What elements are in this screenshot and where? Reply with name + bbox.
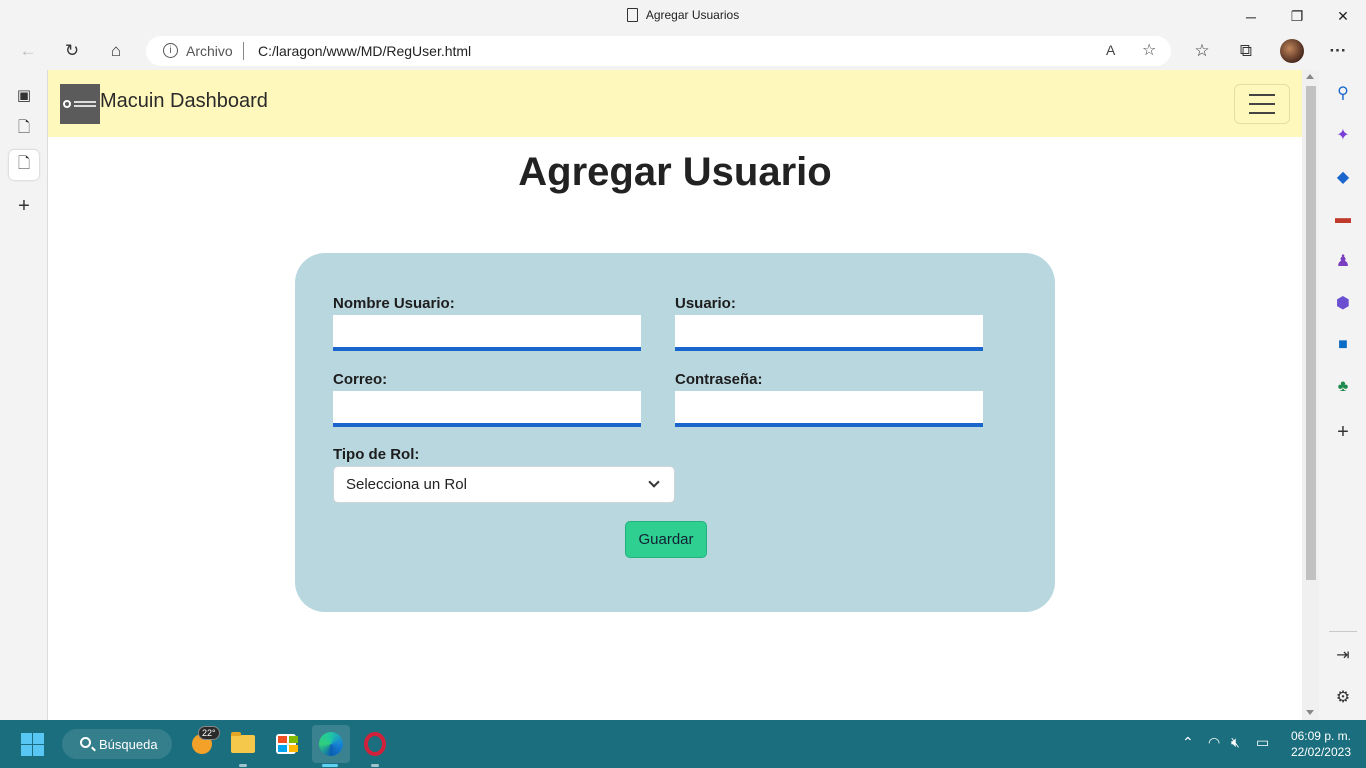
correo-input[interactable] xyxy=(333,391,641,427)
shopping-tag-icon[interactable]: ◆ xyxy=(1331,165,1355,189)
navbar: Macuin Dashboard xyxy=(48,70,1302,137)
windows-start-icon[interactable] xyxy=(21,733,44,756)
opera-running-indicator xyxy=(371,764,379,767)
tipo-rol-selected: Selecciona un Rol xyxy=(346,476,467,493)
copilot-icon[interactable]: ✦ xyxy=(1331,123,1355,147)
nombre-usuario-input[interactable] xyxy=(333,315,641,351)
page-title: Agregar Usuario xyxy=(518,150,832,194)
close-window-button[interactable]: ✕ xyxy=(1320,0,1366,33)
new-tab-icon[interactable]: + xyxy=(9,191,39,221)
collections-button[interactable]: ⧉ xyxy=(1231,37,1261,65)
microsoft-store-icon[interactable] xyxy=(271,729,301,759)
brand-logo-icon[interactable] xyxy=(60,84,100,124)
favorites-button[interactable]: ☆ xyxy=(1187,37,1217,65)
tree-icon[interactable]: ♣ xyxy=(1331,375,1355,399)
title-bar: Agregar Usuarios ─ ❐ ✕ xyxy=(0,0,1366,33)
nombre-usuario-label: Nombre Usuario: xyxy=(333,295,455,312)
document-icon xyxy=(626,8,638,22)
scroll-down-icon[interactable] xyxy=(1306,710,1314,715)
taskbar-search-label: Búsqueda xyxy=(99,737,158,752)
sidebar-divider xyxy=(1329,631,1357,632)
vertical-tabs-bar: ▣ 🗋 🗋 + xyxy=(0,70,48,720)
opera-browser-icon[interactable] xyxy=(360,729,390,759)
contrasena-label: Contraseña: xyxy=(675,371,763,388)
games-icon[interactable]: ♟ xyxy=(1331,249,1355,273)
clock-time: 06:09 p. m. xyxy=(1290,729,1351,743)
protocol-label: Archivo xyxy=(186,43,233,59)
tab-active-page-icon[interactable]: 🗋 xyxy=(9,150,39,180)
page-viewport: Macuin Dashboard Agregar Usuario Nombre … xyxy=(48,70,1319,720)
tray-overflow-chevron-icon[interactable]: ⌃ xyxy=(1182,734,1194,751)
system-clock[interactable]: 06:09 p. m. 22/02/2023 xyxy=(1284,728,1351,760)
page-scrollbar[interactable] xyxy=(1302,70,1319,720)
menu-toggle-button[interactable] xyxy=(1234,84,1290,124)
add-favorite-icon[interactable]: ☆ xyxy=(1142,40,1156,60)
tab-actions-icon[interactable]: ▣ xyxy=(9,80,39,110)
scroll-up-icon[interactable] xyxy=(1306,74,1314,79)
tools-icon[interactable]: ▬ xyxy=(1331,207,1355,231)
usuario-input[interactable] xyxy=(675,315,983,351)
restore-button[interactable]: ❐ xyxy=(1274,0,1320,33)
scrollbar-thumb[interactable] xyxy=(1306,86,1316,580)
home-button[interactable]: ⌂ xyxy=(101,37,131,65)
file-explorer-icon[interactable] xyxy=(228,729,258,759)
settings-gear-icon[interactable]: ⚙ xyxy=(1331,685,1355,709)
read-aloud-icon[interactable]: A xyxy=(1106,42,1115,58)
search-icon[interactable]: ⚲ xyxy=(1331,81,1355,105)
url-text[interactable]: C:/laragon/www/MD/RegUser.html xyxy=(258,43,471,59)
window-title: Agregar Usuarios xyxy=(0,8,1366,22)
volume-muted-icon[interactable]: 🔇︎ xyxy=(1231,734,1240,751)
edge-browser-icon[interactable] xyxy=(312,725,350,763)
minimize-button[interactable]: ─ xyxy=(1228,0,1274,33)
brand-name[interactable]: Macuin Dashboard xyxy=(100,90,268,113)
hide-sidebar-icon[interactable]: ⇥ xyxy=(1331,643,1355,667)
info-icon[interactable]: i xyxy=(163,43,178,58)
window-title-text: Agregar Usuarios xyxy=(645,8,740,22)
wifi-icon[interactable]: ◠ xyxy=(1208,734,1220,751)
user-form-card: Nombre Usuario: Usuario: Correo: Contras… xyxy=(295,253,1055,612)
taskbar: Búsqueda 22° ⌃ ◠ 🔇︎ ▭ 06:09 p. m. 22/02/… xyxy=(0,720,1366,768)
more-menu-button[interactable]: ··· xyxy=(1323,37,1353,65)
tipo-rol-select[interactable]: Selecciona un Rol xyxy=(333,466,675,503)
address-bar[interactable]: i Archivo C:/laragon/www/MD/RegUser.html… xyxy=(146,36,1171,66)
back-button[interactable]: ← xyxy=(13,37,43,65)
edge-sidebar: ⚲ ✦ ◆ ▬ ♟ ⬢ ■ ♣ + ⇥ ⚙ xyxy=(1319,70,1366,720)
browser-toolbar: ← ↻ ⌂ i Archivo C:/laragon/www/MD/RegUse… xyxy=(0,33,1366,70)
battery-icon[interactable]: ▭ xyxy=(1256,734,1269,751)
tipo-rol-label: Tipo de Rol: xyxy=(333,446,420,463)
explorer-running-indicator xyxy=(239,764,247,767)
tab-page-icon[interactable]: 🗋 xyxy=(9,114,39,144)
edge-active-indicator xyxy=(322,764,338,767)
profile-avatar[interactable] xyxy=(1280,39,1304,63)
chevron-down-icon xyxy=(648,476,660,488)
weather-icon[interactable]: 22° xyxy=(187,726,220,759)
taskbar-search[interactable]: Búsqueda xyxy=(62,729,172,759)
office-icon[interactable]: ⬢ xyxy=(1331,291,1355,315)
usuario-label: Usuario: xyxy=(675,295,736,312)
contrasena-input[interactable] xyxy=(675,391,983,427)
guardar-button[interactable]: Guardar xyxy=(625,521,707,558)
refresh-button[interactable]: ↻ xyxy=(57,37,87,65)
add-sidebar-app-icon[interactable]: + xyxy=(1331,420,1355,444)
address-separator xyxy=(243,42,244,60)
outlook-icon[interactable]: ■ xyxy=(1331,333,1355,357)
correo-label: Correo: xyxy=(333,371,388,388)
search-magnifier-icon xyxy=(80,737,91,748)
clock-date: 22/02/2023 xyxy=(1290,745,1351,759)
weather-temp: 22° xyxy=(198,726,220,740)
